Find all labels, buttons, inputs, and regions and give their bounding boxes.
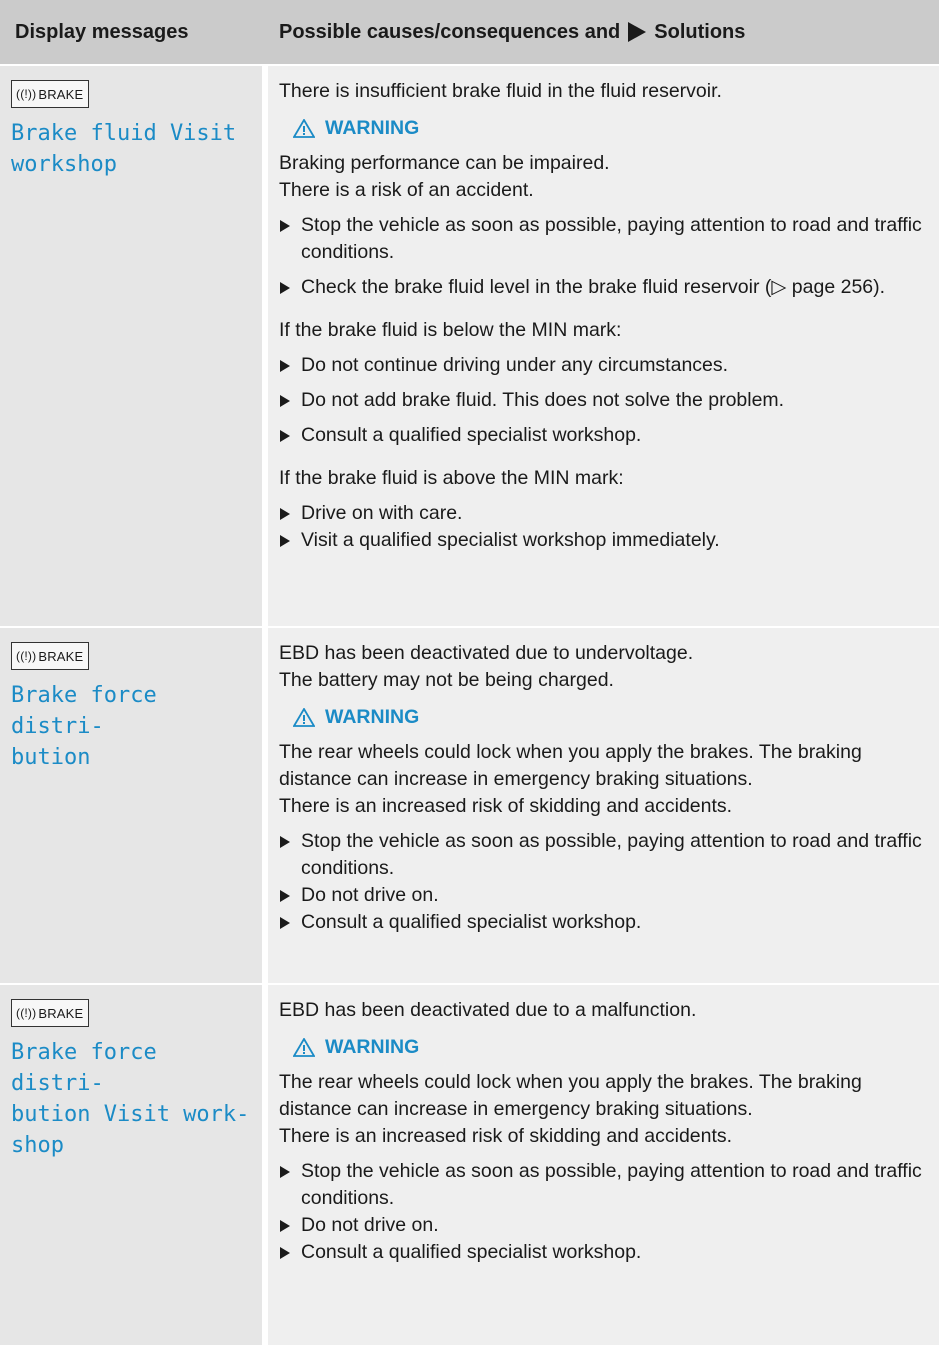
display-message-cell: ((!)) BRAKE Brake force distri- bution (0, 628, 262, 983)
bullet-arrow-icon (280, 360, 290, 372)
list-item: Stop the vehicle as soon as possible, pa… (279, 828, 931, 882)
warning-heading: WARNING (293, 1034, 931, 1061)
header-solutions-label: Solutions (654, 20, 746, 43)
solutions-arrow-icon (628, 22, 647, 42)
warning-text: Braking performance can be impaired. (279, 152, 610, 174)
table-header: Display messages Possible causes/consequ… (0, 0, 939, 64)
list-item: Do not drive on. (279, 1212, 931, 1239)
cause-text: The battery may not be being charged. (279, 669, 614, 691)
display-message-text: Brake fluid Visit workshop (11, 121, 237, 177)
list-item: Do not drive on. (279, 882, 931, 909)
header-causes-solutions: Possible causes/consequences and Solutio… (268, 21, 745, 44)
table-row: ((!)) BRAKE Brake force distri- bution EB… (0, 626, 939, 983)
warning-text: There is an increased risk of skidding a… (279, 1125, 733, 1147)
table-row: ((!)) BRAKE Brake force distri- bution Vi… (0, 983, 939, 1345)
list-item: Check the brake fluid level in the brake… (279, 274, 931, 301)
list-item: Consult a qualified specialist workshop. (279, 422, 931, 449)
warning-triangle-icon (293, 708, 315, 727)
list-item: Consult a qualified specialist workshop. (279, 909, 931, 936)
brake-warning-icon: ((!)) BRAKE (11, 80, 90, 108)
list-item: Visit a qualified specialist workshop im… (279, 527, 931, 554)
condition-text: If the brake fluid is above the MIN mark… (279, 467, 624, 489)
warning-triangle-icon (293, 119, 315, 138)
bullet-arrow-icon (280, 430, 290, 442)
list-item: Stop the vehicle as soon as possible, pa… (279, 212, 931, 266)
warning-text: The rear wheels could lock when you appl… (279, 741, 862, 790)
cause-text: EBD has been deactivated due to undervol… (279, 642, 694, 664)
header-display-messages: Display messages (15, 20, 189, 43)
display-message-cell: ((!)) BRAKE Brake fluid Visit workshop (0, 66, 262, 626)
display-message-cell: ((!)) BRAKE Brake force distri- bution Vi… (0, 985, 262, 1345)
bullet-arrow-icon (280, 917, 290, 929)
header-causes-label: Possible causes/consequences and (279, 20, 621, 43)
brake-warning-icon: ((!)) BRAKE (11, 642, 90, 670)
solution-cell: EBD has been deactivated due to undervol… (268, 628, 939, 983)
display-message-text: Brake force distri- bution Visit work- s… (11, 1040, 250, 1158)
warning-text: There is a risk of an accident. (279, 179, 534, 201)
list-item: Stop the vehicle as soon as possible, pa… (279, 1158, 931, 1212)
bullet-arrow-icon (280, 890, 290, 902)
bullet-arrow-icon (280, 1166, 290, 1178)
bullet-arrow-icon (280, 508, 290, 520)
bullet-arrow-icon (280, 1220, 290, 1232)
list-item: Do not continue driving under any circum… (279, 352, 931, 379)
warning-text: There is an increased risk of skidding a… (279, 795, 733, 817)
bullet-arrow-icon (280, 220, 290, 232)
warning-heading: WARNING (293, 704, 931, 731)
bullet-arrow-icon (280, 836, 290, 848)
list-item: Consult a qualified specialist workshop. (279, 1239, 931, 1266)
solution-cell: There is insufficient brake fluid in the… (268, 66, 939, 626)
display-message-text: Brake force distri- bution (11, 683, 157, 770)
condition-text: If the brake fluid is below the MIN mark… (279, 319, 622, 341)
bullet-arrow-icon (280, 282, 290, 294)
warning-heading: WARNING (293, 115, 931, 142)
brake-warning-icon: ((!)) BRAKE (11, 999, 90, 1027)
list-item: Drive on with care. (279, 500, 931, 527)
cause-text: EBD has been deactivated due to a malfun… (279, 999, 697, 1021)
display-messages-table: Display messages Possible causes/consequ… (0, 0, 939, 1345)
bullet-arrow-icon (280, 1247, 290, 1259)
solution-cell: EBD has been deactivated due to a malfun… (268, 985, 939, 1345)
bullet-arrow-icon (280, 395, 290, 407)
list-item: Do not add brake fluid. This does not so… (279, 387, 931, 414)
warning-text: The rear wheels could lock when you appl… (279, 1071, 862, 1120)
bullet-arrow-icon (280, 535, 290, 547)
table-row: ((!)) BRAKE Brake fluid Visit workshop Th… (0, 64, 939, 626)
warning-triangle-icon (293, 1038, 315, 1057)
cause-text: There is insufficient brake fluid in the… (279, 80, 722, 102)
